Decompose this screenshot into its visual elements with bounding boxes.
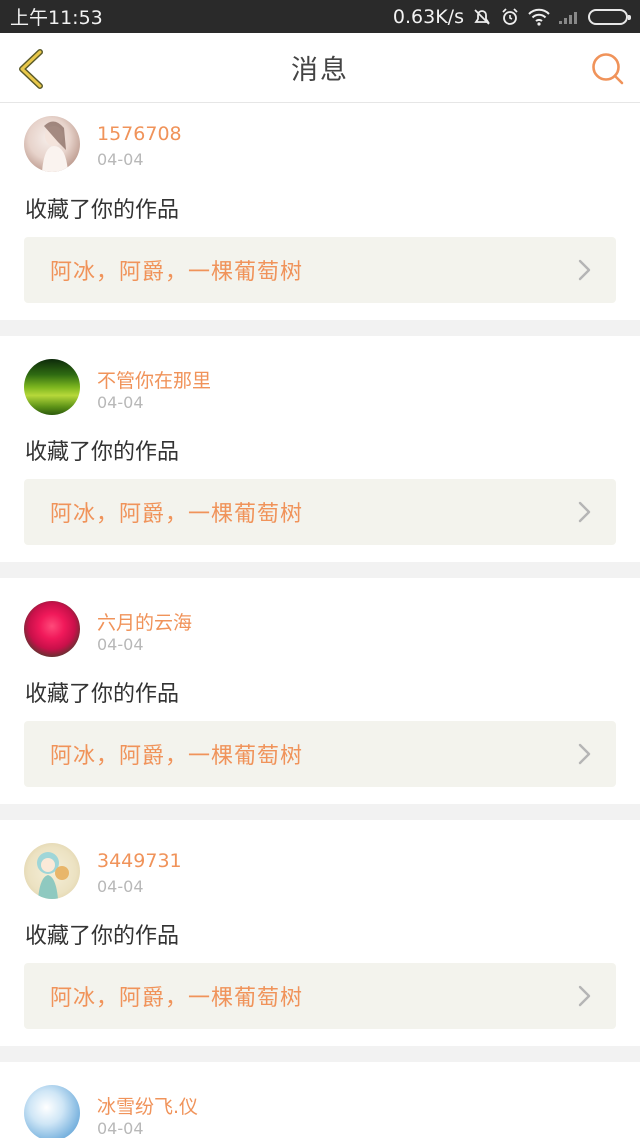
chevron-right-icon bbox=[578, 501, 591, 523]
signal-icon bbox=[558, 9, 580, 25]
message-card: 不管你在那里 04-04 收藏了你的作品 阿冰，阿爵，一棵葡萄树 bbox=[0, 336, 640, 562]
work-link[interactable]: 阿冰，阿爵，一棵葡萄树 bbox=[24, 237, 616, 303]
search-icon bbox=[592, 53, 624, 85]
network-speed: 0.63K/s bbox=[392, 5, 464, 28]
avatar[interactable] bbox=[24, 843, 80, 899]
work-title: 阿冰，阿爵，一棵葡萄树 bbox=[50, 502, 304, 527]
message-date: 04-04 bbox=[97, 393, 144, 412]
status-icons: 0.63K/s bbox=[392, 5, 631, 28]
work-link[interactable]: 阿冰，阿爵，一棵葡萄树 bbox=[24, 963, 616, 1029]
message-card: 3449731 04-04 收藏了你的作品 阿冰，阿爵，一棵葡萄树 bbox=[0, 820, 640, 1046]
work-title: 阿冰，阿爵，一棵葡萄树 bbox=[50, 986, 304, 1011]
username[interactable]: 1576708 bbox=[97, 123, 182, 145]
message-card: 冰雪纷飞.仪 04-04 bbox=[0, 1062, 640, 1138]
nav-bar: 消息 bbox=[0, 33, 640, 103]
action-text: 收藏了你的作品 bbox=[25, 440, 180, 465]
work-link[interactable]: 阿冰，阿爵，一棵葡萄树 bbox=[24, 721, 616, 787]
status-time: 上午11:53 bbox=[10, 7, 103, 29]
avatar[interactable] bbox=[24, 116, 80, 172]
avatar[interactable] bbox=[24, 601, 80, 657]
search-button[interactable] bbox=[590, 51, 626, 87]
wifi-icon bbox=[528, 8, 550, 26]
action-text: 收藏了你的作品 bbox=[25, 682, 180, 707]
status-bar: 上午11:53 0.63K/s bbox=[0, 0, 640, 33]
page-title: 消息 bbox=[291, 55, 349, 86]
username[interactable]: 冰雪纷飞.仪 bbox=[97, 1092, 198, 1119]
message-card: 六月的云海 04-04 收藏了你的作品 阿冰，阿爵，一棵葡萄树 bbox=[0, 578, 640, 804]
chevron-right-icon bbox=[578, 743, 591, 765]
chevron-right-icon bbox=[578, 259, 591, 281]
message-date: 04-04 bbox=[97, 877, 144, 896]
work-title: 阿冰，阿爵，一棵葡萄树 bbox=[50, 260, 304, 285]
work-title: 阿冰，阿爵，一棵葡萄树 bbox=[50, 744, 304, 769]
back-button[interactable] bbox=[14, 49, 50, 89]
avatar[interactable] bbox=[24, 1085, 80, 1138]
username[interactable]: 3449731 bbox=[97, 850, 182, 872]
username[interactable]: 不管你在那里 bbox=[97, 366, 211, 393]
work-link[interactable]: 阿冰，阿爵，一棵葡萄树 bbox=[24, 479, 616, 545]
message-date: 04-04 bbox=[97, 1119, 144, 1138]
username[interactable]: 六月的云海 bbox=[97, 608, 192, 635]
avatar[interactable] bbox=[24, 359, 80, 415]
chevron-right-icon bbox=[578, 985, 591, 1007]
action-text: 收藏了你的作品 bbox=[25, 924, 180, 949]
message-card: 1576708 04-04 收藏了你的作品 阿冰，阿爵，一棵葡萄树 bbox=[0, 103, 640, 320]
mute-bell-icon bbox=[472, 7, 492, 27]
message-date: 04-04 bbox=[97, 635, 144, 654]
battery-icon bbox=[588, 8, 631, 25]
action-text: 收藏了你的作品 bbox=[25, 198, 180, 223]
chevron-left-icon bbox=[19, 49, 43, 89]
message-date: 04-04 bbox=[97, 150, 144, 169]
alarm-icon bbox=[500, 7, 520, 27]
